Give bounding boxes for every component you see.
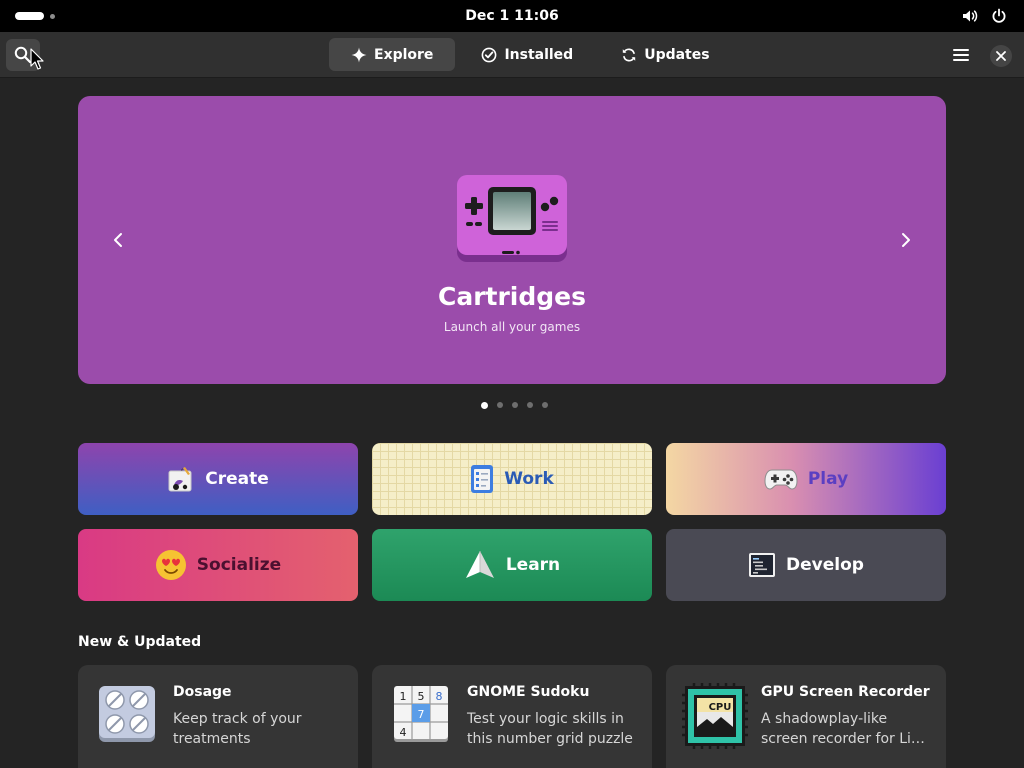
app-card-gpu-screen-recorder[interactable]: CPU GPU Screen Recorder A shadowplay-lik… [666,665,946,768]
check-circle-icon [482,47,497,62]
section-title-new-updated: New & Updated [78,634,202,650]
category-develop-tile[interactable]: Develop [666,529,946,601]
featured-carousel[interactable]: Cartridges Launch all your games [78,96,946,384]
cpu-recorder-icon: CPU [682,683,748,749]
category-play-tile[interactable]: Play [666,443,946,515]
category-label: Develop [786,555,864,575]
activities-indicator[interactable] [15,12,55,20]
category-socialize-tile[interactable]: Socialize [78,529,358,601]
terminal-icon [748,552,776,578]
app-name: Dosage [173,684,232,700]
close-icon [996,51,1006,61]
gamepad-icon [764,467,798,491]
cartridges-app-icon [457,175,567,262]
app-card-dosage[interactable]: Dosage Keep track of your treatments [78,665,358,768]
carousel-dot-3[interactable] [512,402,518,408]
tab-label: Explore [374,46,434,63]
carousel-dot-1[interactable] [481,401,488,409]
tab-updates[interactable]: Updates [599,38,731,71]
carousel-previous-button[interactable] [102,224,134,256]
category-work-tile[interactable]: Work [372,443,652,515]
svg-text:7: 7 [418,708,425,721]
clock-area: Dec 1 11:06 [0,0,1024,32]
svg-text:5: 5 [418,690,425,703]
app-name: GPU Screen Recorder [761,684,930,700]
featured-app-subtitle: Launch all your games [443,320,581,334]
svg-text:CPU: CPU [709,702,732,713]
workspace-dot [50,14,55,19]
view-switcher: Explore Installed Updates [329,38,732,71]
category-label: Work [504,469,554,489]
chevron-right-icon [902,233,910,247]
header-bar: Explore Installed Updates [0,32,1024,78]
category-label: Learn [505,555,561,575]
category-label: Create [205,469,269,489]
hamburger-menu-icon [953,49,969,61]
featured-app-title: Cartridges [437,282,587,311]
category-create-tile[interactable]: Create [78,443,358,515]
refresh-icon [623,47,636,62]
clock[interactable]: Dec 1 11:06 [465,8,558,24]
system-top-bar: Dec 1 11:06 [0,0,1024,32]
svg-text:4: 4 [400,726,407,739]
app-card-gnome-sudoku[interactable]: 1 5 8 7 4 GNOME Sudoku Test your logic s… [372,665,652,768]
work-icon [470,464,494,494]
smiley-icon [155,549,187,581]
sudoku-icon: 1 5 8 7 4 [394,686,448,742]
paper-plane-icon [464,550,496,580]
tab-label: Updates [644,46,710,63]
workspace-active-pill [15,12,44,20]
chevron-left-icon [114,233,122,247]
carousel-dot-2[interactable] [497,402,503,408]
sparkle-icon [351,47,367,62]
carousel-dot-5[interactable] [542,402,548,408]
carousel-next-button[interactable] [890,224,922,256]
svg-text:1: 1 [400,690,407,703]
main-menu-button[interactable] [944,39,978,71]
carousel-indicator [481,401,548,409]
create-icon [167,465,195,493]
category-label: Play [807,469,849,489]
category-label: Socialize [196,555,282,575]
volume-icon[interactable] [962,8,978,24]
app-description: Keep track of your treatments [173,711,302,747]
tab-label: Installed [504,46,574,63]
tab-installed[interactable]: Installed [459,38,595,71]
category-learn-tile[interactable]: Learn [372,529,652,601]
carousel-dot-4[interactable] [527,402,533,408]
close-window-button[interactable] [990,45,1012,67]
svg-text:8: 8 [436,690,443,703]
app-description: Test your logic skills in this number gr… [467,711,633,747]
app-description: A shadowplay-like screen recorder for Li… [761,711,925,747]
tab-explore[interactable]: Explore [329,38,456,71]
power-icon[interactable] [991,8,1007,24]
app-name: GNOME Sudoku [467,684,590,700]
mouse-pointer-icon [30,48,44,70]
pills-icon [99,686,155,742]
